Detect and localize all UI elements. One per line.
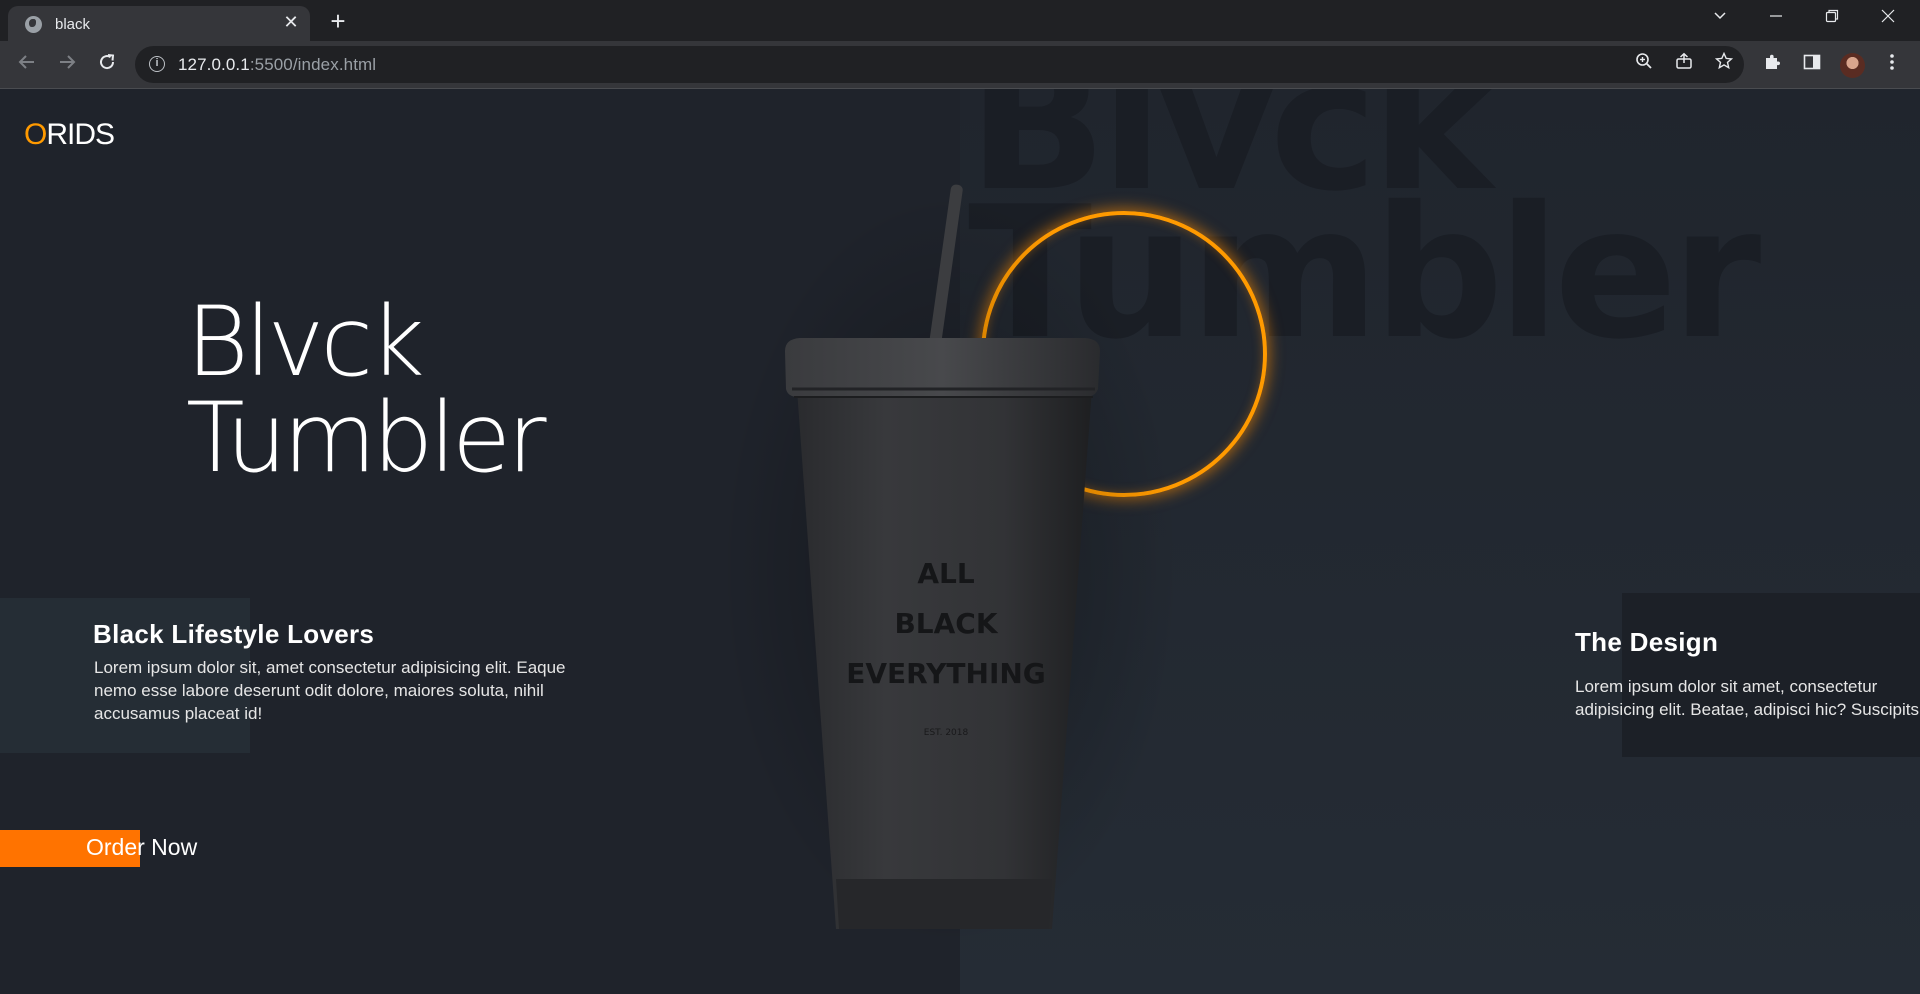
extensions-puzzle-icon[interactable] bbox=[1759, 52, 1785, 78]
side-panel-icon[interactable] bbox=[1799, 52, 1825, 78]
profile-avatar[interactable] bbox=[1840, 53, 1865, 78]
tab-title: black bbox=[55, 16, 91, 33]
tumbler-print-line2: BLACK bbox=[894, 607, 998, 640]
tumbler-image: ALL BLACK EVERYTHING EST. 2018 bbox=[720, 184, 1180, 949]
restore-icon[interactable] bbox=[1804, 0, 1860, 38]
forward-arrow-icon[interactable] bbox=[50, 48, 84, 82]
web-page: Blvck Tumbler ORIDS Blvck Tumbler Black … bbox=[0, 89, 1920, 994]
browser-toolbar: i 127.0.0.1:5500/index.html bbox=[0, 41, 1920, 89]
close-tab-icon[interactable]: ✕ bbox=[280, 11, 302, 33]
bookmark-star-icon[interactable] bbox=[1711, 51, 1737, 78]
tumbler-print-line3: EVERYTHING bbox=[846, 657, 1046, 690]
reload-icon[interactable] bbox=[90, 48, 124, 82]
tumbler-print-line1: ALL bbox=[917, 557, 975, 590]
back-arrow-icon[interactable] bbox=[10, 48, 44, 82]
url-text: 127.0.0.1:5500/index.html bbox=[178, 55, 377, 74]
globe-icon bbox=[25, 16, 42, 33]
kebab-menu-icon[interactable] bbox=[1879, 52, 1905, 78]
zoom-icon[interactable] bbox=[1631, 52, 1657, 78]
info-icon[interactable]: i bbox=[149, 56, 165, 72]
share-icon[interactable] bbox=[1671, 52, 1697, 78]
browser-tab[interactable]: black ✕ bbox=[8, 6, 310, 41]
address-bar[interactable]: i 127.0.0.1:5500/index.html bbox=[135, 46, 1744, 83]
minimize-icon[interactable] bbox=[1748, 0, 1804, 38]
tab-search-icon[interactable] bbox=[1692, 0, 1748, 38]
tab-strip: black ✕ + bbox=[0, 0, 1920, 41]
tumbler-print-small: EST. 2018 bbox=[924, 728, 969, 738]
new-tab-button[interactable]: + bbox=[324, 8, 352, 36]
close-window-icon[interactable] bbox=[1860, 0, 1916, 38]
